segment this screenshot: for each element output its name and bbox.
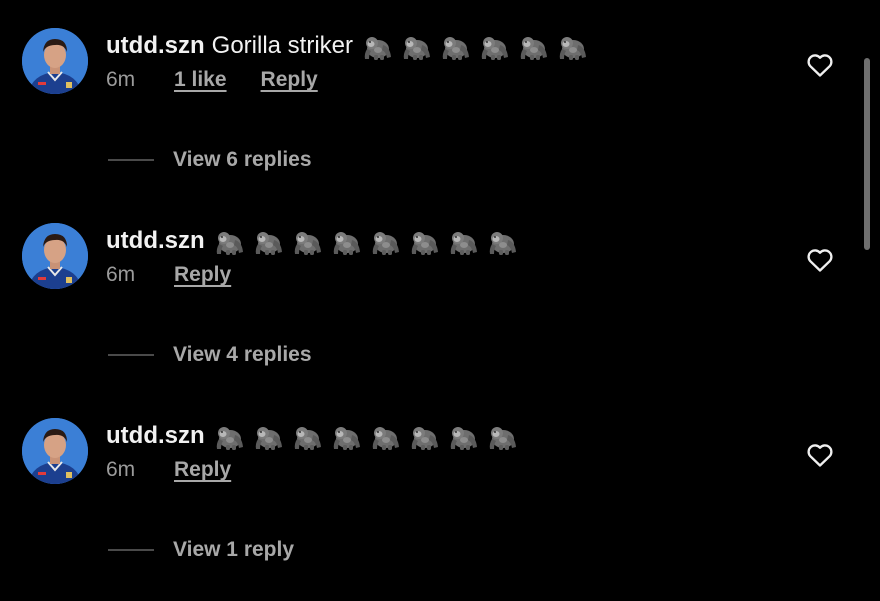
gorilla-icon [481, 37, 509, 60]
scrollbar[interactable] [864, 58, 870, 250]
gorilla-icon [403, 37, 431, 60]
gorilla-icon [372, 232, 399, 255]
gorilla-icon [294, 427, 321, 450]
gorilla-icon [255, 427, 282, 450]
comment-meta: 6m Reply [106, 458, 265, 482]
view-replies-button[interactable]: View 1 reply [108, 538, 294, 562]
gorilla-icon [216, 232, 243, 255]
view-replies-label: View 6 replies [173, 148, 312, 171]
comment-meta: 6m Reply [106, 263, 265, 287]
gorilla-icon [364, 37, 392, 60]
gorilla-icon [442, 37, 470, 60]
gorilla-icon [489, 232, 516, 255]
view-replies-label: View 4 replies [173, 343, 312, 366]
replies-divider [108, 354, 154, 356]
gorilla-icon [333, 232, 360, 255]
gorilla-icon [216, 427, 243, 450]
likes-link[interactable]: 1 like [174, 68, 227, 92]
comment-header: utdd.szn [106, 418, 525, 454]
gorilla-icon [255, 232, 282, 255]
avatar[interactable] [22, 418, 88, 484]
heart-icon[interactable] [806, 52, 834, 78]
reply-button[interactable]: Reply [261, 68, 318, 92]
gorilla-icon [450, 427, 477, 450]
comment-header: utdd.szn Gorilla striker [106, 28, 595, 64]
avatar[interactable] [22, 28, 88, 94]
comment-time: 6m [106, 458, 136, 481]
comment-username[interactable]: utdd.szn [106, 227, 205, 255]
gorilla-icon [372, 427, 399, 450]
gorilla-icon [411, 427, 438, 450]
gorilla-icon [450, 232, 477, 255]
gorilla-icon [520, 37, 548, 60]
gorilla-icon [294, 232, 321, 255]
heart-icon[interactable] [806, 442, 834, 468]
gorilla-emoji-group [213, 226, 525, 256]
view-replies-button[interactable]: View 4 replies [108, 343, 312, 367]
gorilla-icon [559, 37, 587, 60]
heart-icon[interactable] [806, 247, 834, 273]
replies-divider [108, 549, 154, 551]
gorilla-icon [411, 232, 438, 255]
comment-header: utdd.szn [106, 223, 525, 259]
comment-time: 6m [106, 68, 136, 91]
reply-button[interactable]: Reply [174, 263, 231, 287]
reply-button[interactable]: Reply [174, 458, 231, 482]
replies-divider [108, 159, 154, 161]
comment-username[interactable]: utdd.szn [106, 422, 205, 450]
comment-text: Gorilla striker [211, 32, 354, 59]
view-replies-label: View 1 reply [173, 538, 295, 561]
gorilla-emoji-group [361, 31, 595, 61]
comment-time: 6m [106, 263, 136, 286]
comment-meta: 6m 1 like Reply [106, 68, 352, 92]
gorilla-icon [333, 427, 360, 450]
comment-username[interactable]: utdd.szn [106, 32, 205, 60]
avatar[interactable] [22, 223, 88, 289]
gorilla-emoji-group [213, 421, 525, 451]
gorilla-icon [489, 427, 516, 450]
view-replies-button[interactable]: View 6 replies [108, 148, 312, 172]
